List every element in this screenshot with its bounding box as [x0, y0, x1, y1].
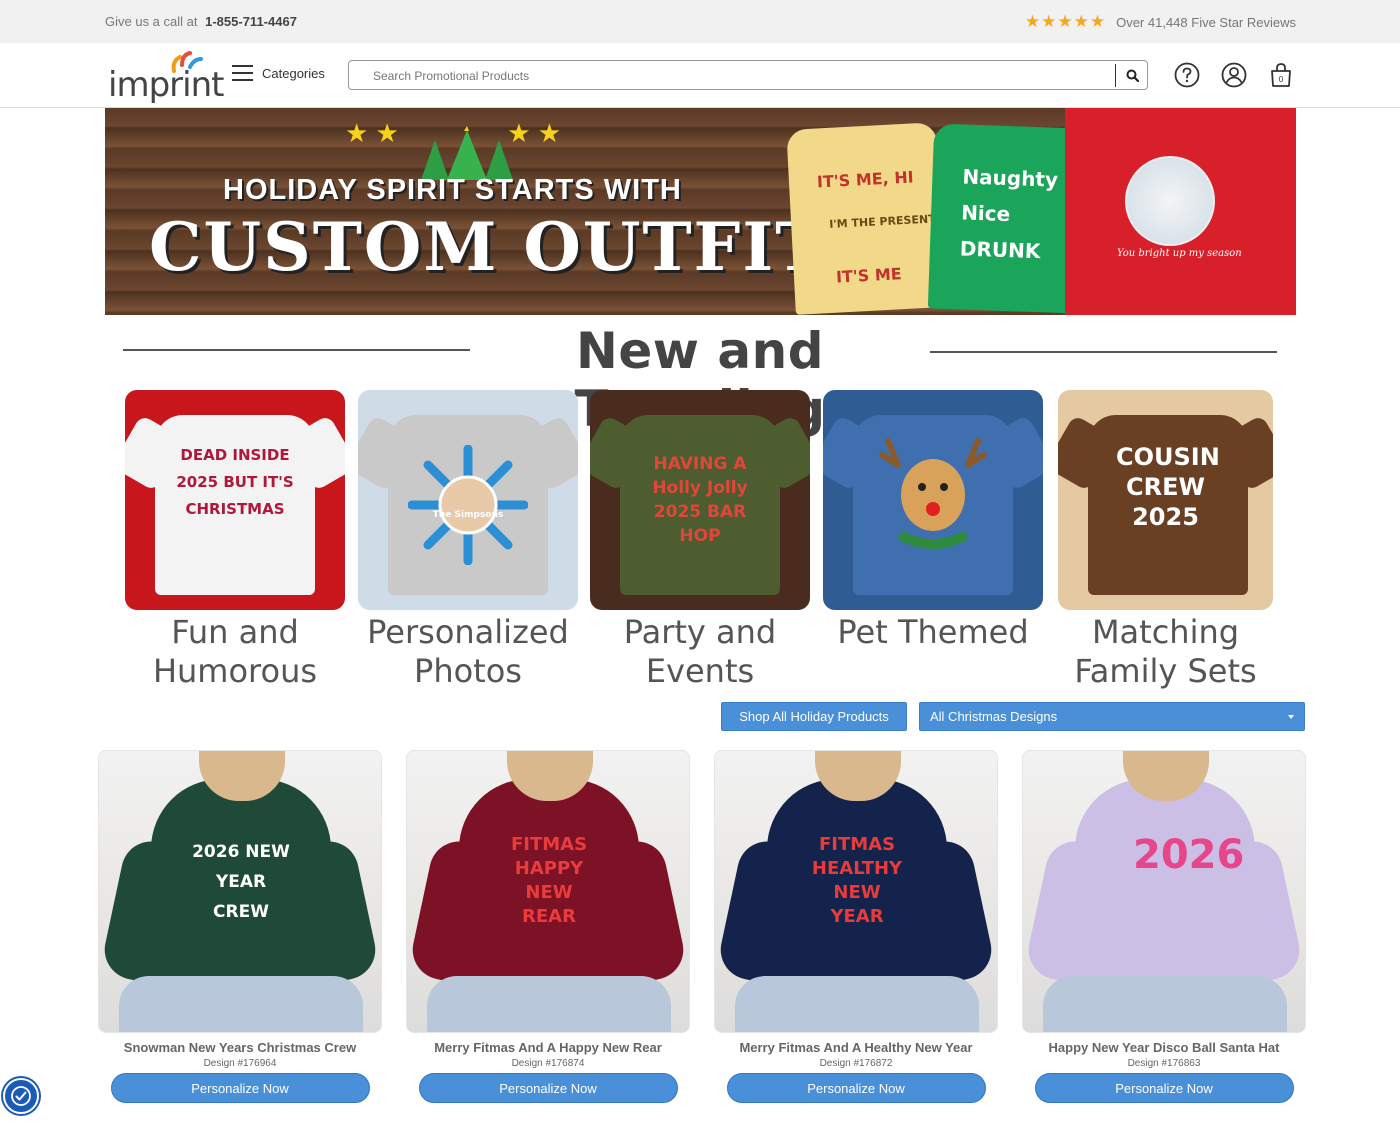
product-image[interactable]: FITMAS HEALTHY NEW YEAR	[714, 750, 998, 1033]
reviews-text: Over 41,448 Five Star Reviews	[1116, 14, 1296, 30]
shirt-text: Naughty	[962, 164, 1059, 192]
product-name[interactable]: Happy New Year Disco Ball Santa Hat	[1022, 1040, 1306, 1055]
reindeer-dog-icon	[879, 438, 987, 549]
shirt-text: Nice	[960, 200, 1011, 227]
search-button[interactable]	[1119, 64, 1146, 87]
accessibility-icon	[11, 1086, 31, 1106]
yellow-shirt-image: IT'S ME, HI I'M THE PRESENT IT'S ME	[786, 122, 946, 315]
product-design-number: Design #176863	[1127, 1058, 1201, 1069]
category-tile-party[interactable]: HAVING A Holly Jolly 2025 BAR HOP Party …	[590, 390, 810, 691]
product-card: FITMAS HAPPY NEW REAR Merry Fitmas And A…	[406, 750, 690, 1103]
title-rule-left	[123, 349, 470, 351]
category-image[interactable]: COUSIN CREW 2025	[1058, 390, 1273, 610]
category-label[interactable]: Pet Themed	[818, 613, 1048, 652]
section-header: New and Trending	[0, 322, 1400, 438]
personalize-button[interactable]: Personalize Now	[1034, 1073, 1294, 1103]
design-filter-select[interactable]: All Christmas Designs	[919, 702, 1305, 731]
star-rating-icon: ★★★★★	[1024, 12, 1107, 31]
cart-icon[interactable]: 0	[1268, 62, 1294, 88]
phone-link[interactable]: 1-855-711-4467	[205, 14, 297, 29]
shop-all-button[interactable]: Shop All Holiday Products	[721, 702, 907, 731]
holiday-banner[interactable]: ★ ★ ★ ★ HOLIDAY SPIRIT STARTS WITH CUSTO…	[105, 108, 1296, 315]
category-image[interactable]	[823, 390, 1043, 610]
hoodie-print-text: 2026 NEW YEAR CREW	[192, 842, 290, 922]
shirt-text: IT'S ME	[835, 264, 903, 287]
category-tile-fun[interactable]: DEAD INSIDE 2025 BUT IT'S CHRISTMAS Fun …	[125, 390, 345, 691]
category-label[interactable]: Party and Events	[585, 613, 815, 691]
search-divider	[1115, 64, 1116, 87]
chevron-down-icon	[1288, 715, 1294, 719]
tshirt-art-text: DEAD INSIDE 2025 BUT IT'S CHRISTMAS	[176, 446, 294, 518]
imprint-logo[interactable]: imprint	[108, 51, 224, 105]
product-image[interactable]: 2026	[1022, 750, 1306, 1033]
snow-globe-icon	[1125, 156, 1215, 246]
category-label[interactable]: Personalized Photos	[353, 613, 583, 691]
product-image[interactable]: FITMAS HAPPY NEW REAR	[406, 750, 690, 1033]
hoodie-print-text: FITMAS HEALTHY NEW YEAR	[811, 834, 903, 927]
tshirt-art-text: The Simpsons	[432, 510, 504, 520]
category-label[interactable]: Fun and Humorous	[120, 613, 350, 691]
call-info: Give us a call at 1-855-711-4467	[105, 14, 297, 29]
product-design-number: Design #176964	[203, 1058, 277, 1069]
title-rule-right	[930, 351, 1277, 353]
category-image[interactable]: DEAD INSIDE 2025 BUT IT'S CHRISTMAS	[125, 390, 345, 610]
personalize-button[interactable]: Personalize Now	[418, 1073, 678, 1103]
snowflake-photo-icon	[408, 445, 528, 565]
category-image[interactable]: HAVING A Holly Jolly 2025 BAR HOP	[590, 390, 810, 610]
search-icon	[1126, 69, 1139, 82]
search-bar	[348, 60, 1148, 90]
banner-title: CUSTOM OUTFITS	[149, 208, 877, 286]
product-name[interactable]: Merry Fitmas And A Happy New Rear	[406, 1040, 690, 1055]
shirt-text: DRUNK	[959, 236, 1041, 264]
personalize-button[interactable]: Personalize Now	[726, 1073, 986, 1103]
categories-menu-button[interactable]: Categories	[232, 65, 325, 81]
site-header: imprint Categories 0	[0, 43, 1400, 108]
hoodie-print-text: 2026	[1133, 832, 1245, 878]
categories-label: Categories	[262, 65, 325, 81]
hoodie-print-text: FITMAS HAPPY NEW REAR	[510, 834, 588, 927]
green-shirt-image: Naughty Nice DRUNK	[927, 123, 1085, 314]
hamburger-icon	[232, 65, 253, 81]
top-bar: Give us a call at 1-855-711-4467 ★★★★★ O…	[0, 0, 1400, 43]
product-card: FITMAS HEALTHY NEW YEAR Merry Fitmas And…	[714, 750, 998, 1103]
category-label[interactable]: Matching Family Sets	[1053, 613, 1278, 691]
cart-count: 0	[1279, 75, 1284, 84]
tshirt-art-text: COUSIN CREW 2025	[1116, 443, 1220, 531]
shirt-text: IT'S ME, HI	[816, 167, 915, 192]
category-tile-pet[interactable]: Pet Themed	[823, 390, 1043, 652]
category-tile-family[interactable]: COUSIN CREW 2025 Matching Family Sets	[1058, 390, 1273, 691]
product-image[interactable]: 2026 NEW YEAR CREW	[98, 750, 382, 1033]
personalize-button[interactable]: Personalize Now	[110, 1073, 370, 1103]
product-name[interactable]: Snowman New Years Christmas Crew	[98, 1040, 382, 1055]
tshirt-art-text: HAVING A Holly Jolly 2025 BAR HOP	[652, 454, 748, 546]
help-icon[interactable]	[1174, 62, 1200, 88]
account-icon[interactable]	[1221, 62, 1247, 88]
hoodie-image	[1075, 779, 1255, 999]
red-sweater-image: You bright up my season	[1065, 108, 1296, 315]
banner-headline: HOLIDAY SPIRIT STARTS WITH	[223, 174, 682, 206]
product-design-number: Design #176874	[511, 1058, 585, 1069]
logo-text: imprint	[108, 65, 224, 105]
product-card: 2026 NEW YEAR CREW Snowman New Years Chr…	[98, 750, 382, 1103]
product-name[interactable]: Merry Fitmas And A Healthy New Year	[714, 1040, 998, 1055]
shirt-text: I'M THE PRESENT	[828, 212, 936, 231]
call-text: Give us a call at	[105, 14, 198, 29]
reviews-info[interactable]: ★★★★★ Over 41,448 Five Star Reviews	[1025, 12, 1296, 32]
select-value: All Christmas Designs	[930, 709, 1058, 724]
category-tile-photos[interactable]: The Simpsons Personalized Photos	[358, 390, 578, 691]
product-card: 2026 Happy New Year Disco Ball Santa Hat…	[1022, 750, 1306, 1103]
product-design-number: Design #176872	[819, 1058, 893, 1069]
search-input[interactable]	[359, 65, 1109, 87]
category-image[interactable]: The Simpsons	[358, 390, 578, 610]
sweater-caption: You bright up my season	[1117, 248, 1242, 259]
accessibility-button[interactable]	[3, 1078, 39, 1114]
